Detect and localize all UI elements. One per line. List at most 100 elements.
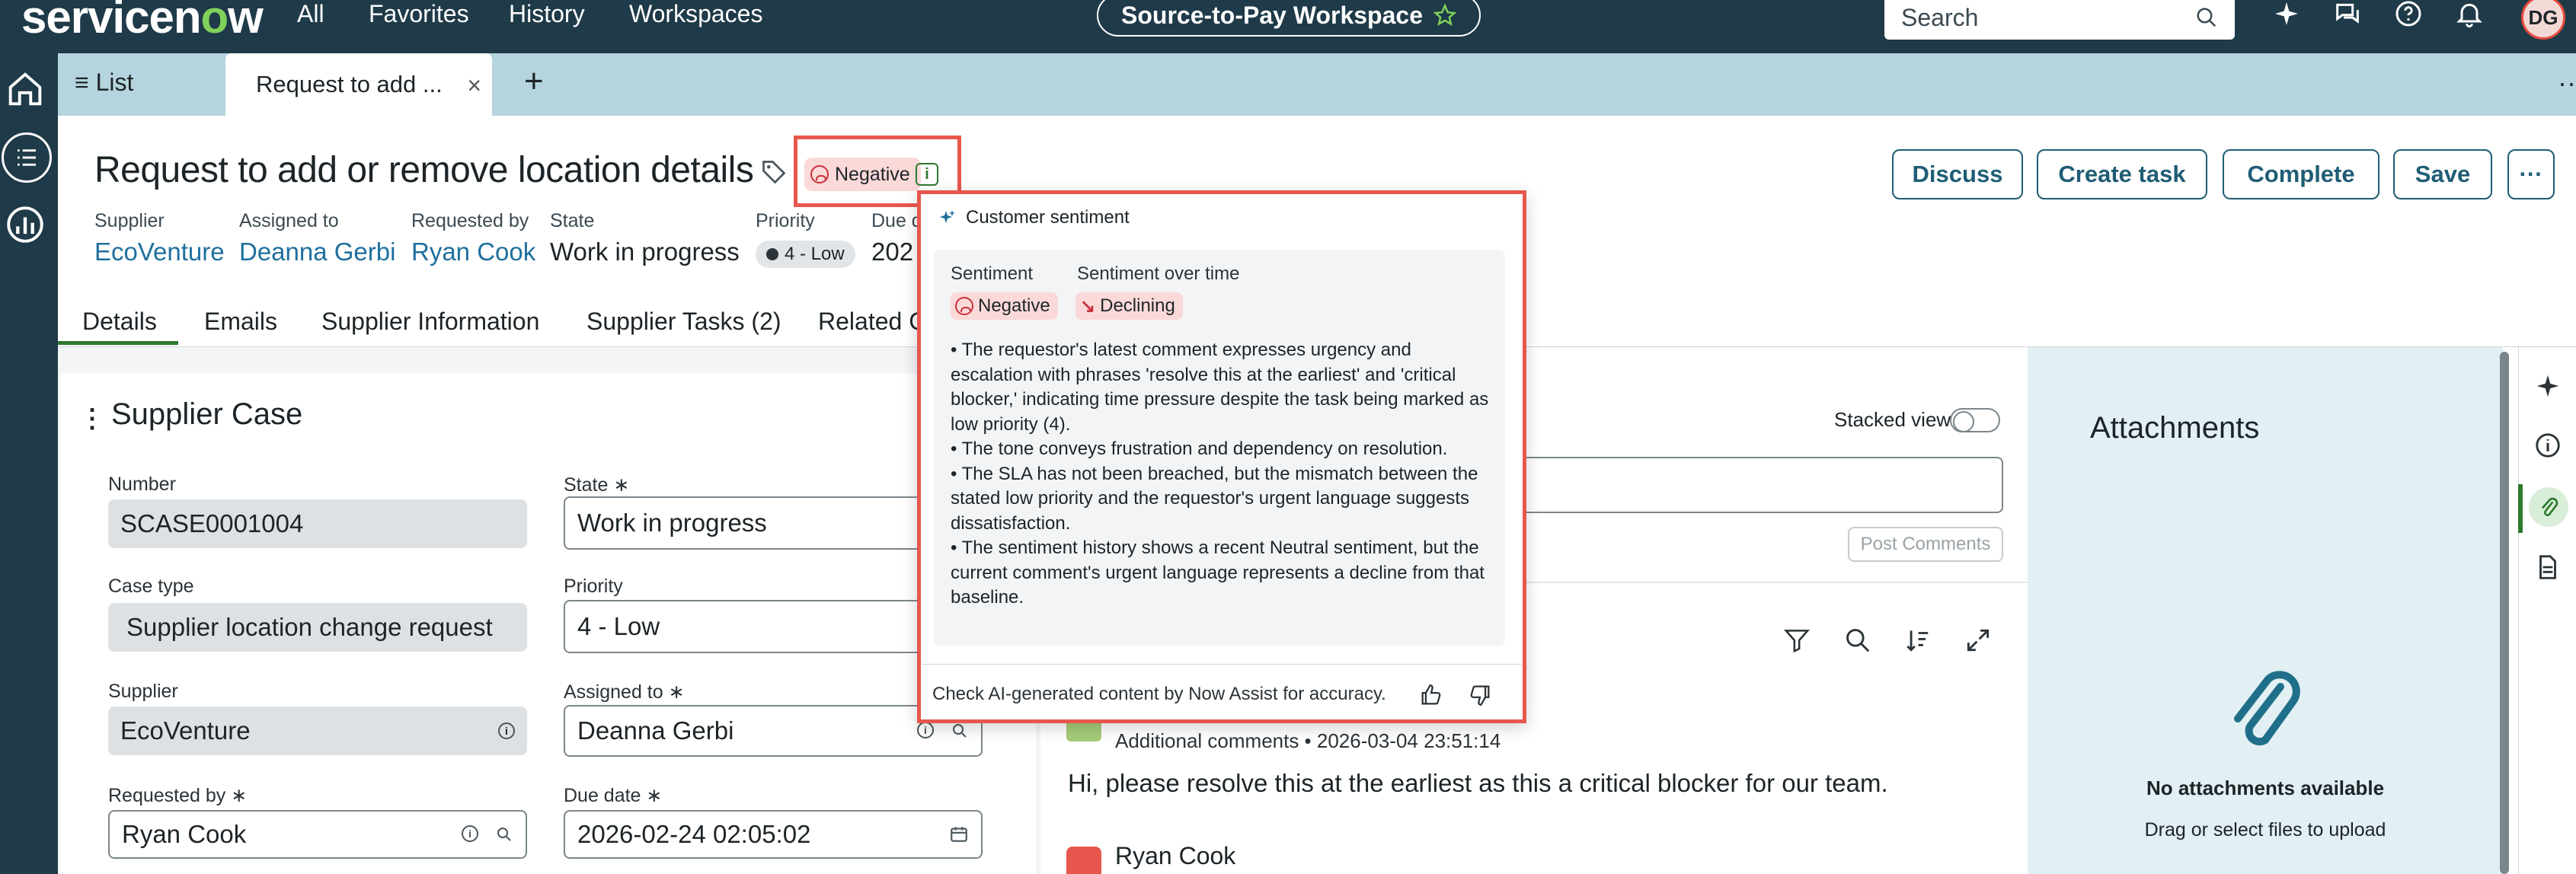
supplier-value: EcoVenture: [120, 716, 251, 745]
state-value: Work in progress: [577, 509, 767, 537]
top-nav: servicenow All Favorites History Workspa…: [0, 0, 2576, 53]
tab-related[interactable]: Related C: [818, 308, 926, 336]
panel-scrollbar[interactable]: [2500, 352, 2509, 874]
workspace-title: Source-to-Pay Workspace: [1121, 1, 1423, 29]
search-icon[interactable]: [951, 722, 969, 740]
trend-value: Declining: [1100, 295, 1175, 316]
case-type-value: Supplier location change request: [126, 613, 493, 641]
now-assist-sparkle-icon: [940, 210, 955, 223]
meta-assigned-link[interactable]: Deanna Gerbi: [239, 238, 395, 266]
meta-priority-label: Priority: [756, 210, 815, 231]
frown-icon: [955, 297, 973, 315]
tab-record[interactable]: Request to add ... ×: [225, 53, 492, 116]
sentiment-bullet: • The tone conveys frustration and depen…: [951, 439, 1448, 459]
more-icon[interactable]: ···: [2558, 67, 2576, 99]
sentiment-over-time-label: Sentiment over time: [1077, 263, 1240, 284]
nav-history[interactable]: History: [509, 0, 585, 28]
expand-icon[interactable]: [1964, 626, 1993, 655]
close-icon[interactable]: ×: [467, 72, 481, 100]
meta-assigned-label: Assigned to: [239, 210, 339, 231]
info-icon[interactable]: i: [462, 825, 478, 842]
meta-state-label: State: [550, 210, 595, 231]
section-menu-icon[interactable]: ⋮: [79, 404, 105, 434]
meta-state-value: Work in progress: [550, 238, 740, 266]
ai-disclaimer: Check AI-generated content by Now Assist…: [932, 684, 1386, 704]
upload-hint[interactable]: Drag or select files to upload: [2028, 819, 2503, 841]
sort-icon[interactable]: [1903, 626, 1932, 655]
number-field: SCASE0001004: [108, 499, 527, 548]
nav-workspaces[interactable]: Workspaces: [629, 0, 762, 28]
side-rail: [2518, 347, 2576, 874]
no-attachments-text: No attachments available: [2146, 777, 2385, 799]
tab-emails[interactable]: Emails: [204, 308, 277, 336]
meta-supplier-link[interactable]: EcoVenture: [94, 238, 225, 266]
popover-title-text: Customer sentiment: [966, 207, 1130, 228]
due-date-value: 2026-02-24 02:05:02: [577, 820, 811, 848]
tab-record-label: Request to add ...: [256, 71, 443, 97]
search-icon[interactable]: [495, 825, 513, 844]
workspace-pill[interactable]: Source-to-Pay Workspace: [1097, 0, 1481, 37]
nav-all[interactable]: All: [297, 0, 324, 28]
assigned-to-value: Deanna Gerbi: [577, 716, 734, 745]
servicenow-logo[interactable]: servicenow: [21, 0, 264, 43]
due-date-field[interactable]: 2026-02-24 02:05:02: [564, 810, 983, 859]
tab-list[interactable]: ≡ List: [75, 69, 133, 97]
nav-favorites[interactable]: Favorites: [369, 0, 469, 28]
number-value: SCASE0001004: [120, 509, 304, 537]
sentiment-bullet: • The SLA has not been breached, but the…: [951, 463, 1478, 534]
priority-dot-icon: [766, 248, 778, 260]
analytics-icon[interactable]: [3, 203, 47, 247]
sentiment-negative-badge: Negative: [951, 292, 1058, 320]
info-icon[interactable]: i: [498, 722, 515, 739]
supplier-field: EcoVenture i: [108, 707, 527, 755]
help-icon[interactable]: [2393, 0, 2424, 29]
list-nav-button[interactable]: [2, 132, 52, 183]
tab-supplier-information[interactable]: Supplier Information: [321, 308, 539, 336]
requested-by-field[interactable]: Ryan Cook i: [108, 810, 527, 859]
sentiment-label: Sentiment: [951, 263, 1034, 284]
sentiment-bullet: • The requestor's latest comment express…: [951, 340, 1489, 435]
create-task-button[interactable]: Create task: [2037, 149, 2207, 199]
meta-requested-label: Requested by: [411, 210, 529, 231]
meta-due-label: Due d: [871, 210, 922, 231]
chat-icon[interactable]: [2332, 0, 2363, 29]
info-icon[interactable]: i: [917, 722, 934, 738]
sparkle-icon[interactable]: [2533, 372, 2562, 400]
calendar-icon[interactable]: [949, 825, 969, 844]
activity-entry-text: Hi, please resolve this at the earliest …: [1068, 769, 1888, 797]
star-icon[interactable]: [1433, 4, 1456, 27]
info-icon[interactable]: [2533, 431, 2562, 460]
tab-supplier-tasks[interactable]: Supplier Tasks (2): [586, 308, 781, 336]
stacked-view-toggle[interactable]: [1950, 408, 2000, 432]
comment-input[interactable]: [1516, 457, 2003, 513]
complete-button[interactable]: Complete: [2223, 149, 2379, 199]
home-icon[interactable]: [3, 67, 47, 111]
search-icon[interactable]: [1843, 626, 1872, 655]
filter-icon[interactable]: [1782, 626, 1811, 655]
more-actions-button[interactable]: ···: [2507, 149, 2555, 199]
popover-title: Customer sentiment: [938, 207, 1130, 228]
discuss-button[interactable]: Discuss: [1892, 149, 2023, 199]
post-comments-button[interactable]: Post Comments: [1848, 527, 2003, 562]
document-icon[interactable]: [2533, 553, 2562, 582]
global-search-input[interactable]: Search: [1884, 0, 2235, 40]
now-assist-sparkle-icon[interactable]: [2271, 0, 2302, 29]
side-rail-active-indicator: [2518, 484, 2523, 533]
priority-value: 4 - Low: [577, 612, 660, 640]
thumbs-up-icon[interactable]: [1418, 682, 1444, 708]
user-avatar[interactable]: DG: [2521, 0, 2565, 40]
save-button[interactable]: Save: [2393, 149, 2492, 199]
bell-icon[interactable]: [2454, 0, 2485, 29]
tag-icon[interactable]: [760, 158, 788, 186]
priority-chip-label: 4 - Low: [785, 244, 845, 264]
attachments-rail-button[interactable]: [2529, 487, 2568, 527]
meta-requested-link[interactable]: Ryan Cook: [411, 238, 535, 266]
popover-divider: [922, 664, 1522, 665]
priority-chip: 4 - Low: [756, 241, 855, 268]
thumbs-down-icon[interactable]: [1467, 682, 1493, 708]
add-tab-button[interactable]: +: [524, 62, 544, 100]
arrow-down-right-icon: ↘: [1080, 295, 1096, 317]
activity-author-name: Ryan Cook: [1115, 842, 1236, 869]
tab-details[interactable]: Details: [82, 308, 157, 336]
sentiment-trend-badge: ↘ Declining: [1075, 292, 1183, 320]
